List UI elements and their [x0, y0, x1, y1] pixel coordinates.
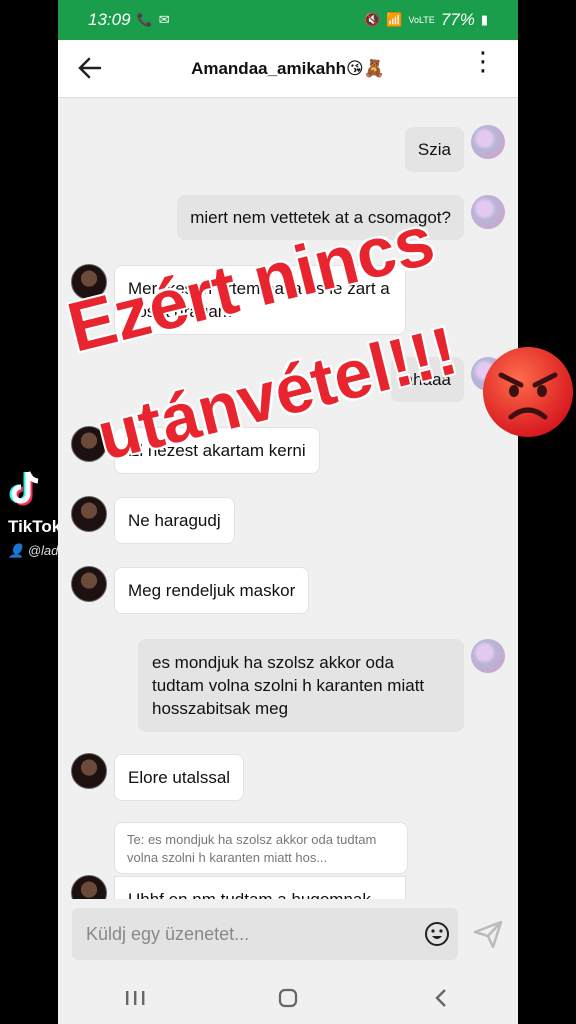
status-time: 13:09 [88, 10, 131, 29]
tiktok-watermark: TikTok 👤 @lad [8, 470, 61, 559]
contact-avatar[interactable] [71, 875, 107, 899]
tiktok-logo-icon [9, 471, 39, 506]
chat-title[interactable]: Amandaa_amikahh😘🧸 [58, 59, 518, 79]
own-avatar [471, 195, 505, 229]
own-avatar [471, 125, 505, 159]
battery-level: 77% [440, 10, 475, 29]
message-bubble-incoming[interactable]: Ne haragudj [114, 497, 235, 544]
message-bubble-outgoing[interactable]: ahaaa [390, 357, 464, 402]
contact-avatar[interactable] [71, 566, 107, 602]
chat-header: Amandaa_amikahh😘🧸 ⋮ [58, 40, 518, 98]
phone-screen: 13:09 📞 ✉ 🔇 📶 VoLTE 77% ▮ Amandaa_amikah… [58, 0, 518, 1024]
battery-icon: ▮ [480, 12, 488, 27]
recent-apps-icon [125, 991, 145, 1005]
own-avatar [471, 639, 505, 673]
mute-icon: 🔇 [364, 12, 381, 27]
message-composer: Küldj egy üzenetet... [58, 900, 518, 972]
message-bubble-outgoing[interactable]: Szia [404, 127, 464, 172]
phone-call-icon: 📞 [136, 12, 153, 27]
angry-face-icon [483, 347, 573, 437]
more-options-icon[interactable]: ⋮ [470, 48, 496, 74]
volte-icon: VoLTE [408, 15, 435, 25]
emoji-icon[interactable] [424, 921, 450, 947]
android-nav-bar [58, 972, 518, 1024]
status-bar: 13:09 📞 ✉ 🔇 📶 VoLTE 77% ▮ [58, 0, 518, 40]
tiktok-username: 👤 @lad [8, 543, 59, 558]
message-list[interactable]: Szia miert nem vettetek at a csomagot? M… [58, 99, 518, 899]
back-button[interactable] [411, 978, 471, 1018]
quoted-reply-preview[interactable]: Te: es mondjuk ha szolsz akkor oda tudta… [114, 822, 408, 874]
wifi-icon: 📶 [386, 12, 403, 27]
message-bubble-incoming[interactable]: Meg rendeljuk maskor [114, 567, 310, 614]
message-bubble-outgoing[interactable]: es mondjuk ha szolsz akkor oda tudtam vo… [138, 639, 464, 732]
send-icon[interactable] [472, 918, 504, 950]
message-input[interactable]: Küldj egy üzenetet... [72, 908, 458, 960]
notification-icon: ✉ [158, 12, 170, 27]
message-bubble-incoming[interactable]: El nezest akartam kerni [114, 427, 320, 474]
recent-apps-button[interactable] [105, 978, 165, 1018]
message-bubble-incoming[interactable]: Elore utalssal [114, 754, 245, 801]
tiktok-brand: TikTok [8, 517, 62, 536]
message-bubble-incoming[interactable]: Mert keson ertem haza es le zart a posta… [114, 265, 406, 335]
message-bubble-incoming[interactable]: Uhhf en nm tudtam a hugomnak [114, 876, 406, 899]
contact-avatar[interactable] [71, 264, 107, 300]
contact-avatar[interactable] [71, 426, 107, 462]
back-chevron-icon [435, 989, 447, 1007]
home-button[interactable] [258, 978, 318, 1018]
home-icon [278, 988, 298, 1008]
contact-avatar[interactable] [71, 496, 107, 532]
message-bubble-outgoing[interactable]: miert nem vettetek at a csomagot? [177, 195, 464, 240]
contact-avatar[interactable] [71, 753, 107, 789]
